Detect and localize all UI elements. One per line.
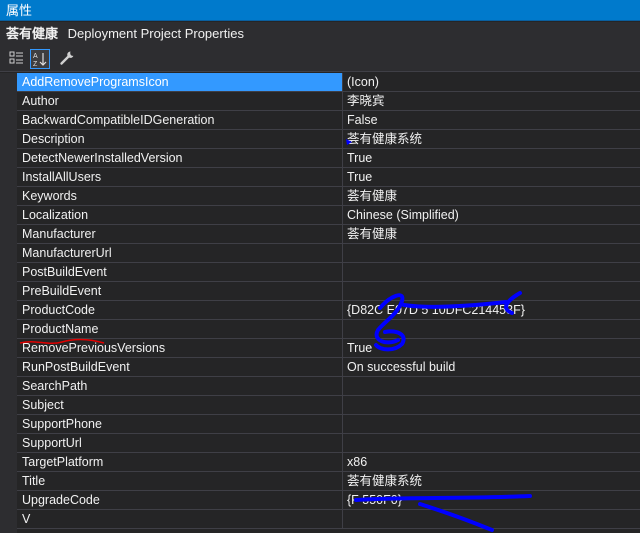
property-name[interactable]: SearchPath (17, 377, 342, 395)
property-value[interactable]: 荟有健康系统 (342, 130, 640, 148)
property-row[interactable]: Title 荟有健康系统 (17, 472, 640, 491)
property-value[interactable] (342, 320, 640, 338)
object-name: 荟有健康 (6, 26, 59, 41)
property-value[interactable] (342, 263, 640, 281)
property-name[interactable]: Subject (17, 396, 342, 414)
property-row[interactable]: InstallAllUsers True (17, 168, 640, 187)
property-value[interactable]: (Icon) (342, 73, 640, 91)
property-name[interactable]: RemovePreviousVersions (17, 339, 342, 357)
wrench-icon (60, 51, 74, 65)
property-value[interactable] (342, 510, 640, 528)
alphabetical-button[interactable]: A Z (30, 49, 50, 69)
property-value[interactable] (342, 377, 640, 395)
property-row[interactable]: PostBuildEvent (17, 263, 640, 282)
property-name[interactable]: InstallAllUsers (17, 168, 342, 186)
property-row[interactable]: SupportUrl (17, 434, 640, 453)
property-row[interactable]: Description 荟有健康系统 (17, 130, 640, 149)
property-value[interactable] (342, 244, 640, 262)
property-name[interactable]: Manufacturer (17, 225, 342, 243)
property-row[interactable]: V (17, 510, 640, 529)
property-name[interactable]: BackwardCompatibleIDGeneration (17, 111, 342, 129)
property-value[interactable]: True (342, 149, 640, 167)
property-value[interactable] (342, 434, 640, 452)
property-name[interactable]: TargetPlatform (17, 453, 342, 471)
property-grid[interactable]: AddRemoveProgramsIcon (Icon) Author 李晓宾 Back… (0, 73, 640, 533)
properties-toolbar: A Z (0, 46, 640, 72)
property-name[interactable]: ProductName (17, 320, 342, 338)
property-name[interactable]: SupportPhone (17, 415, 342, 433)
property-row[interactable]: Localization Chinese (Simplified) (17, 206, 640, 225)
property-name[interactable]: SupportUrl (17, 434, 342, 452)
property-value[interactable]: True (342, 168, 640, 186)
property-value[interactable]: {F 550F0} (342, 491, 640, 509)
property-name[interactable]: ProductCode (17, 301, 342, 319)
property-name[interactable]: Title (17, 472, 342, 490)
panel-title: 属性 (6, 3, 33, 18)
property-row[interactable]: ManufacturerUrl (17, 244, 640, 263)
property-row[interactable]: SupportPhone (17, 415, 640, 434)
property-row[interactable]: ProductName (17, 320, 640, 339)
property-name[interactable]: ManufacturerUrl (17, 244, 342, 262)
object-selector[interactable]: 荟有健康 Deployment Project Properties (0, 22, 640, 46)
property-row[interactable]: BackwardCompatibleIDGeneration False (17, 111, 640, 130)
property-row[interactable]: TargetPlatform x86 (17, 453, 640, 472)
grid-margin (0, 73, 17, 533)
property-value[interactable]: 李晓宾 (342, 92, 640, 110)
property-value[interactable] (342, 415, 640, 433)
property-row[interactable]: ProductCode {D82C E07D 5 10DFC214453F} (17, 301, 640, 320)
property-name[interactable]: Keywords (17, 187, 342, 205)
property-row[interactable]: Author 李晓宾 (17, 92, 640, 111)
property-name[interactable]: PreBuildEvent (17, 282, 342, 300)
property-row[interactable]: DetectNewerInstalledVersion True (17, 149, 640, 168)
property-row[interactable]: Subject (17, 396, 640, 415)
property-name[interactable]: V (17, 510, 342, 528)
property-value[interactable]: False (342, 111, 640, 129)
property-name[interactable]: PostBuildEvent (17, 263, 342, 281)
property-value[interactable]: 荟有健康 (342, 225, 640, 243)
property-row[interactable]: RemovePreviousVersions True (17, 339, 640, 358)
categorized-button[interactable] (8, 49, 28, 69)
property-value[interactable]: x86 (342, 453, 640, 471)
categorized-icon (9, 51, 23, 64)
property-value[interactable]: True (342, 339, 640, 357)
svg-text:A: A (33, 53, 38, 60)
property-name[interactable]: RunPostBuildEvent (17, 358, 342, 376)
property-value[interactable] (342, 282, 640, 300)
property-row[interactable]: Keywords 荟有健康 (17, 187, 640, 206)
property-row[interactable]: UpgradeCode {F 550F0} (17, 491, 640, 510)
property-row[interactable]: Manufacturer 荟有健康 (17, 225, 640, 244)
property-pages-button[interactable] (58, 49, 78, 69)
property-row[interactable]: SearchPath (17, 377, 640, 396)
alphabetical-icon: A Z (33, 53, 47, 68)
property-value[interactable]: On successful build (342, 358, 640, 376)
property-value[interactable]: {D82C E07D 5 10DFC214453F} (342, 301, 640, 319)
property-name[interactable]: Author (17, 92, 342, 110)
property-value[interactable]: 荟有健康系统 (342, 472, 640, 490)
property-name[interactable]: UpgradeCode (17, 491, 342, 509)
property-row[interactable]: AddRemoveProgramsIcon (Icon) (17, 73, 640, 92)
svg-text:Z: Z (33, 61, 38, 68)
property-name[interactable]: Description (17, 130, 342, 148)
property-row[interactable]: PreBuildEvent (17, 282, 640, 301)
property-value[interactable] (342, 396, 640, 414)
property-name[interactable]: DetectNewerInstalledVersion (17, 149, 342, 167)
property-value[interactable]: Chinese (Simplified) (342, 206, 640, 224)
property-value[interactable]: 荟有健康 (342, 187, 640, 205)
property-name[interactable]: Localization (17, 206, 342, 224)
property-name[interactable]: AddRemoveProgramsIcon (17, 73, 342, 91)
object-type: Deployment Project Properties (67, 26, 244, 41)
property-row[interactable]: RunPostBuildEvent On successful build (17, 358, 640, 377)
panel-title-bar[interactable]: 属性 (0, 0, 640, 21)
